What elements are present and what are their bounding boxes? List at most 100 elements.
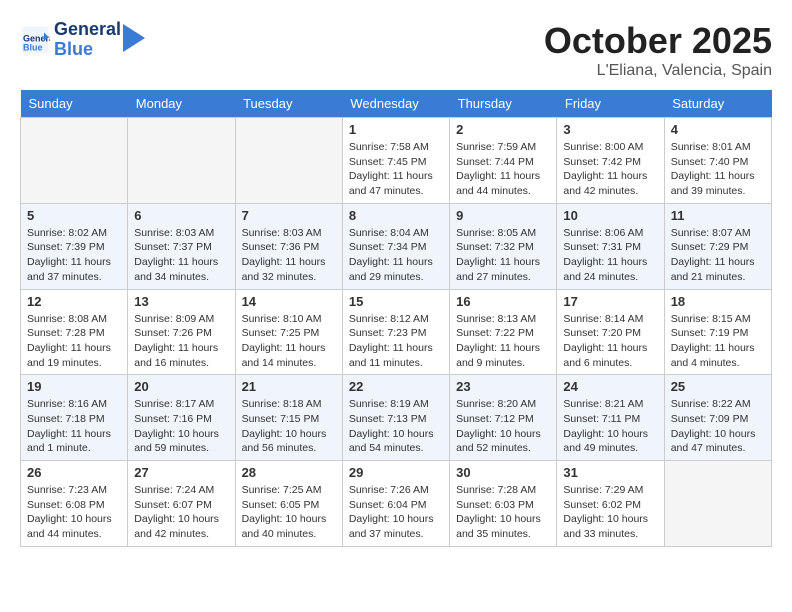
day-number: 16 [456, 294, 550, 309]
calendar-cell: 5 Sunrise: 8:02 AM Sunset: 7:39 PM Daylig… [21, 203, 128, 289]
calendar-cell: 4 Sunrise: 8:01 AM Sunset: 7:40 PM Daylig… [664, 118, 771, 204]
calendar-cell [235, 118, 342, 204]
day-number: 26 [27, 465, 121, 480]
day-number: 24 [563, 379, 657, 394]
weekday-header-saturday: Saturday [664, 90, 771, 118]
calendar-cell: 11 Sunrise: 8:07 AM Sunset: 7:29 PM Dayli… [664, 203, 771, 289]
day-number: 5 [27, 208, 121, 223]
day-number: 1 [349, 122, 443, 137]
day-number: 17 [563, 294, 657, 309]
day-number: 19 [27, 379, 121, 394]
day-info: Sunrise: 7:25 AM Sunset: 6:05 PM Dayligh… [242, 483, 336, 542]
svg-text:Blue: Blue [23, 42, 43, 52]
calendar-cell [21, 118, 128, 204]
calendar-week-row: 1 Sunrise: 7:58 AM Sunset: 7:45 PM Daylig… [21, 118, 772, 204]
day-info: Sunrise: 8:00 AM Sunset: 7:42 PM Dayligh… [563, 140, 657, 199]
calendar-cell: 17 Sunrise: 8:14 AM Sunset: 7:20 PM Dayli… [557, 289, 664, 375]
day-number: 15 [349, 294, 443, 309]
day-number: 4 [671, 122, 765, 137]
day-number: 21 [242, 379, 336, 394]
logo-arrow-icon [123, 24, 145, 52]
location: L'Eliana, Valencia, Spain [544, 62, 772, 80]
calendar-cell: 7Sunrise: 8:03 AM Sunset: 7:36 PM Daylig… [235, 203, 342, 289]
day-info: Sunrise: 7:26 AM Sunset: 6:04 PM Dayligh… [349, 483, 443, 542]
calendar-week-row: 12Sunrise: 8:08 AM Sunset: 7:28 PM Dayli… [21, 289, 772, 375]
weekday-header-friday: Friday [557, 90, 664, 118]
day-info: Sunrise: 8:18 AM Sunset: 7:15 PM Dayligh… [242, 397, 336, 456]
day-info: Sunrise: 8:06 AM Sunset: 7:31 PM Dayligh… [563, 226, 657, 285]
day-info: Sunrise: 8:03 AM Sunset: 7:37 PM Dayligh… [134, 226, 228, 285]
day-info: Sunrise: 8:19 AM Sunset: 7:13 PM Dayligh… [349, 397, 443, 456]
logo: General Blue General Blue [20, 20, 145, 60]
day-info: Sunrise: 8:10 AM Sunset: 7:25 PM Dayligh… [242, 312, 336, 371]
day-info: Sunrise: 7:28 AM Sunset: 6:03 PM Dayligh… [456, 483, 550, 542]
day-info: Sunrise: 8:01 AM Sunset: 7:40 PM Dayligh… [671, 140, 765, 199]
day-number: 27 [134, 465, 228, 480]
day-info: Sunrise: 8:14 AM Sunset: 7:20 PM Dayligh… [563, 312, 657, 371]
calendar-cell [664, 461, 771, 547]
day-number: 7 [242, 208, 336, 223]
weekday-header-row: SundayMondayTuesdayWednesdayThursdayFrid… [21, 90, 772, 118]
day-number: 8 [349, 208, 443, 223]
day-number: 9 [456, 208, 550, 223]
calendar-cell: 29 Sunrise: 7:26 AM Sunset: 6:04 PM Dayli… [342, 461, 449, 547]
calendar-cell: 6 Sunrise: 8:03 AM Sunset: 7:37 PM Daylig… [128, 203, 235, 289]
calendar-cell: 1 Sunrise: 7:58 AM Sunset: 7:45 PM Daylig… [342, 118, 449, 204]
day-number: 2 [456, 122, 550, 137]
calendar-cell: 28 Sunrise: 7:25 AM Sunset: 6:05 PM Dayli… [235, 461, 342, 547]
day-info: Sunrise: 7:29 AM Sunset: 6:02 PM Dayligh… [563, 483, 657, 542]
day-number: 23 [456, 379, 550, 394]
day-info: Sunrise: 7:58 AM Sunset: 7:45 PM Dayligh… [349, 140, 443, 199]
calendar-cell: 25 Sunrise: 8:22 AM Sunset: 7:09 PM Dayli… [664, 375, 771, 461]
logo-blue: Blue [54, 40, 121, 60]
calendar-cell: 10Sunrise: 8:06 AM Sunset: 7:31 PM Dayli… [557, 203, 664, 289]
day-number: 30 [456, 465, 550, 480]
day-number: 25 [671, 379, 765, 394]
day-info: Sunrise: 8:07 AM Sunset: 7:29 PM Dayligh… [671, 226, 765, 285]
calendar-cell: 20 Sunrise: 8:17 AM Sunset: 7:16 PM Dayli… [128, 375, 235, 461]
logo-icon: General Blue [20, 25, 50, 55]
day-info: Sunrise: 8:02 AM Sunset: 7:39 PM Dayligh… [27, 226, 121, 285]
day-info: Sunrise: 8:20 AM Sunset: 7:12 PM Dayligh… [456, 397, 550, 456]
calendar-cell: 13Sunrise: 8:09 AM Sunset: 7:26 PM Dayli… [128, 289, 235, 375]
day-info: Sunrise: 8:17 AM Sunset: 7:16 PM Dayligh… [134, 397, 228, 456]
month-title: October 2025 [544, 20, 772, 62]
day-number: 6 [134, 208, 228, 223]
day-info: Sunrise: 7:59 AM Sunset: 7:44 PM Dayligh… [456, 140, 550, 199]
calendar-cell: 31 Sunrise: 7:29 AM Sunset: 6:02 PM Dayli… [557, 461, 664, 547]
calendar-cell: 24 Sunrise: 8:21 AM Sunset: 7:11 PM Dayli… [557, 375, 664, 461]
day-info: Sunrise: 8:05 AM Sunset: 7:32 PM Dayligh… [456, 226, 550, 285]
calendar-week-row: 26 Sunrise: 7:23 AM Sunset: 6:08 PM Dayli… [21, 461, 772, 547]
weekday-header-thursday: Thursday [450, 90, 557, 118]
day-info: Sunrise: 7:23 AM Sunset: 6:08 PM Dayligh… [27, 483, 121, 542]
day-info: Sunrise: 8:16 AM Sunset: 7:18 PM Dayligh… [27, 397, 121, 456]
calendar-cell: 30 Sunrise: 7:28 AM Sunset: 6:03 PM Dayli… [450, 461, 557, 547]
calendar-cell: 8Sunrise: 8:04 AM Sunset: 7:34 PM Daylig… [342, 203, 449, 289]
calendar-cell [128, 118, 235, 204]
day-number: 14 [242, 294, 336, 309]
day-number: 28 [242, 465, 336, 480]
day-info: Sunrise: 8:09 AM Sunset: 7:26 PM Dayligh… [134, 312, 228, 371]
weekday-header-sunday: Sunday [21, 90, 128, 118]
calendar-cell: 3 Sunrise: 8:00 AM Sunset: 7:42 PM Daylig… [557, 118, 664, 204]
day-number: 12 [27, 294, 121, 309]
day-number: 20 [134, 379, 228, 394]
day-info: Sunrise: 7:24 AM Sunset: 6:07 PM Dayligh… [134, 483, 228, 542]
calendar-cell: 9 Sunrise: 8:05 AM Sunset: 7:32 PM Daylig… [450, 203, 557, 289]
day-number: 29 [349, 465, 443, 480]
day-number: 3 [563, 122, 657, 137]
calendar-cell: 15Sunrise: 8:12 AM Sunset: 7:23 PM Dayli… [342, 289, 449, 375]
calendar-cell: 14 Sunrise: 8:10 AM Sunset: 7:25 PM Dayli… [235, 289, 342, 375]
day-info: Sunrise: 8:22 AM Sunset: 7:09 PM Dayligh… [671, 397, 765, 456]
calendar-cell: 23 Sunrise: 8:20 AM Sunset: 7:12 PM Dayli… [450, 375, 557, 461]
day-number: 18 [671, 294, 765, 309]
day-info: Sunrise: 8:13 AM Sunset: 7:22 PM Dayligh… [456, 312, 550, 371]
day-info: Sunrise: 8:21 AM Sunset: 7:11 PM Dayligh… [563, 397, 657, 456]
day-number: 11 [671, 208, 765, 223]
calendar-cell: 26 Sunrise: 7:23 AM Sunset: 6:08 PM Dayli… [21, 461, 128, 547]
weekday-header-tuesday: Tuesday [235, 90, 342, 118]
calendar-cell: 18Sunrise: 8:15 AM Sunset: 7:19 PM Dayli… [664, 289, 771, 375]
day-number: 22 [349, 379, 443, 394]
day-number: 31 [563, 465, 657, 480]
calendar-week-row: 19 Sunrise: 8:16 AM Sunset: 7:18 PM Dayli… [21, 375, 772, 461]
